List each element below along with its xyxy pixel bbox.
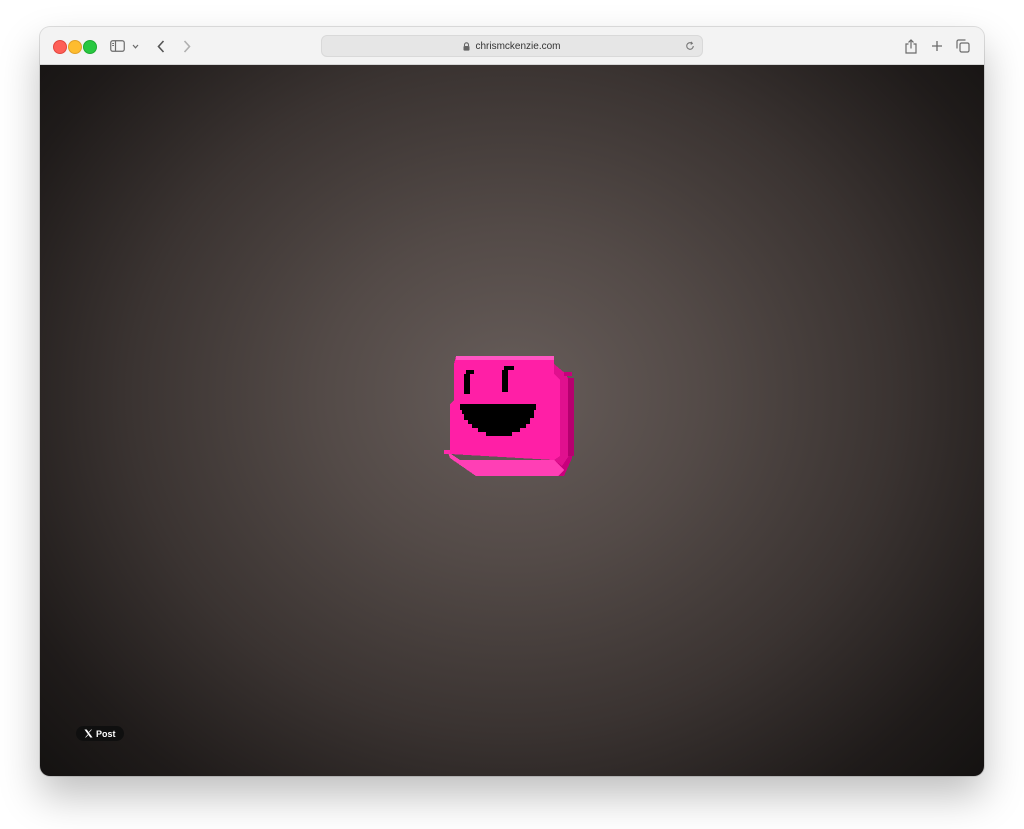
- sidebar-icon: [109, 40, 125, 52]
- web-page-canvas[interactable]: Post: [40, 65, 984, 776]
- forward-button[interactable]: [179, 36, 195, 56]
- smiling-cube-character: [444, 356, 574, 476]
- tab-overview-icon: [956, 39, 970, 53]
- address-bar[interactable]: chrismckenzie.com: [321, 35, 703, 57]
- close-window-button[interactable]: [53, 40, 67, 54]
- post-button-label: Post: [96, 728, 116, 739]
- browser-toolbar: chrismckenzie.com: [40, 27, 984, 65]
- sidebar-toggle-button[interactable]: [108, 36, 126, 56]
- minimize-window-button[interactable]: [68, 40, 82, 54]
- new-tab-button[interactable]: [929, 36, 945, 56]
- back-button[interactable]: [153, 36, 169, 56]
- tab-overview-button[interactable]: [955, 36, 971, 56]
- url-text: chrismckenzie.com: [475, 40, 561, 52]
- chevron-down-icon: [132, 44, 138, 49]
- x-post-button[interactable]: Post: [76, 726, 124, 741]
- x-logo-icon: [84, 729, 93, 738]
- lock-icon: [463, 41, 470, 51]
- plus-icon: [932, 41, 942, 51]
- maximize-window-button[interactable]: [83, 40, 97, 54]
- sidebar-menu-button[interactable]: [130, 36, 140, 56]
- share-button[interactable]: [903, 36, 919, 56]
- reload-icon: [686, 41, 694, 50]
- chevron-left-icon: [157, 39, 165, 53]
- reload-button[interactable]: [683, 39, 697, 53]
- browser-window: chrismckenzie.com Post: [40, 27, 984, 776]
- chevron-right-icon: [183, 39, 191, 53]
- share-icon: [905, 38, 917, 54]
